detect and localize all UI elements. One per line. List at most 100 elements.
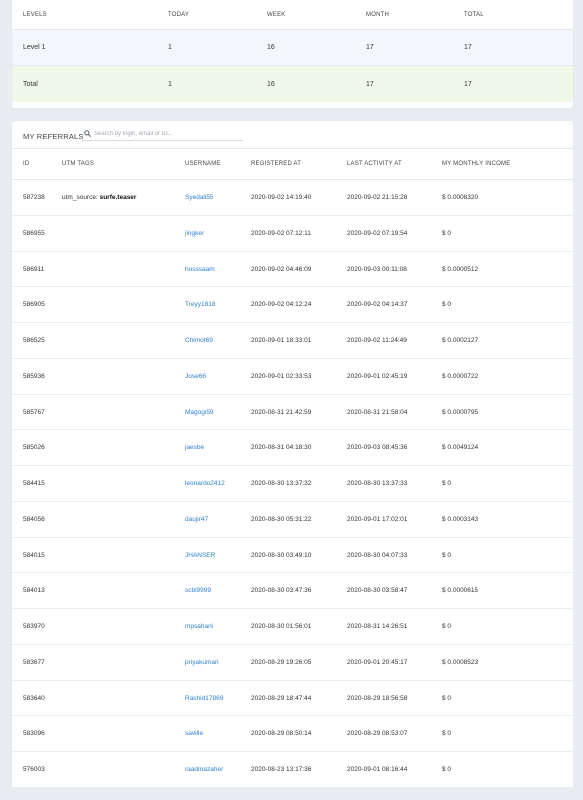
referral-registered-at: 2020-09-02 07:12:11 [251, 229, 311, 237]
referral-username-link[interactable]: Rashid17869 [185, 695, 223, 702]
column-header-utm[interactable]: UTM TAGS [62, 161, 94, 167]
table-row: 583677 priyakumari 2020-08-29 19:26:05 2020… [12, 645, 573, 681]
referral-username-link[interactable]: jaesbe [185, 444, 204, 451]
referral-username-link[interactable]: leonardo2412 [185, 480, 225, 487]
referral-monthly-income: $ 0 [442, 623, 452, 630]
referral-last-activity: 2020-09-02 21:15:28 [347, 194, 408, 201]
referral-last-activity: 2020-08-30 03:58:47 [347, 587, 408, 595]
referral-id: 584013 [23, 587, 45, 595]
referral-registered-at: 2020-08-30 13:37:32 [251, 480, 312, 487]
referral-monthly-income: $ 0 [442, 301, 452, 309]
table-row: 585026 jaesbe 2020-08-31 04:18:30 2020-09-0… [12, 430, 573, 466]
total-today: 1 [168, 80, 172, 88]
table-row: 586955 jingker 2020-09-02 07:12:11 2020-09-… [12, 216, 573, 252]
referral-monthly-income: $ 0 [442, 229, 452, 237]
referral-id: 576003 [23, 766, 45, 773]
referral-registered-at: 2020-09-02 04:46:09 [251, 265, 312, 273]
referral-registered-at: 2020-08-30 05:31:22 [251, 515, 312, 523]
column-header-username[interactable]: USERNAME [185, 161, 221, 167]
referral-username-link[interactable]: Syedali55 [185, 194, 214, 201]
level-name: Level 1 [23, 44, 46, 51]
referral-registered-at: 2020-09-01 02:33:53 [251, 372, 312, 380]
referral-registered-at: 2020-09-02 14:19:40 [251, 194, 312, 201]
referrals-title: MY REFERRALS [23, 132, 84, 141]
table-row: 586905 Treyy1818 2020-09-02 04:12:24 2020-0… [12, 287, 573, 323]
table-row: 583640 Rashid17869 2020-08-29 18:47:44 2020… [12, 681, 573, 717]
referral-id: 586955 [23, 229, 45, 237]
referral-username-link[interactable]: saville [185, 730, 203, 737]
referral-last-activity: 2020-08-29 08:53:07 [347, 730, 408, 738]
referral-username-link[interactable]: scbi9999 [185, 587, 211, 594]
level-week: 16 [267, 44, 275, 51]
search-input[interactable] [94, 128, 241, 140]
column-header-income[interactable]: MY MONTHLY INCOME [442, 161, 510, 167]
table-row: 584415 leonardo2412 2020-08-30 13:37:32 202… [12, 466, 573, 502]
referral-id: 586525 [23, 337, 45, 344]
referral-username-link[interactable]: Magogi59 [185, 409, 214, 416]
level-today: 1 [168, 44, 172, 51]
level-month: 17 [366, 44, 374, 51]
levels-header-level: LEVELS [23, 11, 47, 18]
referral-id: 585936 [23, 372, 45, 380]
referral-username-link[interactable]: priyakumari [185, 659, 219, 666]
referral-registered-at: 2020-09-02 04:12:24 [251, 301, 312, 309]
referral-monthly-income: $ 0.0000795 [442, 408, 479, 416]
referral-username-link[interactable]: JHANSER [185, 552, 215, 559]
total-total: 17 [464, 80, 472, 88]
referral-id: 584015 [23, 551, 45, 559]
levels-total-row: Total 1 16 17 17 [12, 66, 573, 102]
referral-last-activity: 2020-08-31 21:58:04 [347, 408, 408, 416]
referral-id: 583096 [23, 730, 45, 738]
referral-monthly-income: $ 0.0002127 [442, 337, 479, 344]
referral-id: 584056 [23, 515, 45, 523]
table-row: 583970 mpsahani 2020-08-30 01:56:01 2020-08… [12, 609, 573, 645]
referral-registered-at: 2020-08-31 04:18:30 [251, 444, 312, 452]
referral-username-link[interactable]: daujir47 [185, 516, 208, 523]
table-row: 585936 Jose66 2020-09-01 02:33:53 2020-09-0… [12, 359, 573, 395]
referral-last-activity: 2020-08-30 13:37:33 [347, 480, 408, 487]
levels-row-level-1: Level 1 1 16 17 17 [12, 30, 573, 66]
referral-monthly-income: $ 0.0008320 [442, 194, 479, 201]
referral-username-link[interactable]: mpsahani [185, 623, 213, 630]
column-header-id[interactable]: ID [23, 161, 29, 167]
referral-registered-at: 2020-08-30 01:56:01 [251, 623, 312, 630]
referral-username-link[interactable]: raadmazaher [185, 766, 223, 773]
total-label: Total [23, 80, 38, 88]
referral-utm-tags: utm_source: surfe.teaser [62, 194, 136, 201]
levels-header-total: TOTAL [464, 11, 484, 18]
referral-id: 583970 [23, 623, 45, 630]
referrals-table-header: ID UTM TAGS USERNAME REGISTERED AT LAST … [12, 149, 573, 180]
referral-username-link[interactable]: Chimot69 [185, 337, 213, 344]
referral-registered-at: 2020-08-29 08:50:14 [251, 730, 312, 738]
referral-username-link[interactable]: jingker [185, 230, 204, 237]
referral-monthly-income: $ 0 [442, 766, 452, 773]
referral-last-activity: 2020-09-02 07:19:54 [347, 229, 408, 237]
referral-id: 586905 [23, 301, 45, 309]
table-row: 587238 Syedali55 2020-09-02 14:19:40 2020-0… [12, 180, 573, 216]
referral-monthly-income: $ 0.0000615 [442, 587, 479, 595]
referral-id: 583677 [23, 658, 45, 666]
referral-last-activity: 2020-09-01 02:45:19 [347, 372, 408, 380]
table-row: 584056 daujir47 2020-08-30 05:31:22 2020-09… [12, 502, 573, 538]
table-row: 586911 hosssaam 2020-09-02 04:46:09 2020-09… [12, 252, 573, 288]
referral-username-link[interactable]: Jose66 [185, 373, 206, 380]
referral-username-link[interactable]: Treyy1818 [185, 301, 215, 308]
total-week: 16 [267, 80, 275, 88]
utm-value: surfe.teaser [99, 194, 137, 201]
column-header-registered[interactable]: REGISTERED AT [251, 161, 301, 167]
levels-header-month: MONTH [366, 11, 389, 18]
referrals-card: MY REFERRALS ID UTM TAGS USERNAME REGIST… [12, 121, 573, 788]
table-row: 576003 raadmazaher 2020-08-23 13:17:36 2020… [12, 752, 573, 788]
referral-username-link[interactable]: hosssaam [185, 266, 215, 273]
referral-last-activity: 2020-09-01 08:16:44 [347, 766, 408, 773]
column-header-activity[interactable]: LAST ACTIVITY AT [347, 161, 402, 167]
search-box[interactable] [82, 127, 243, 141]
referral-monthly-income: $ 0 [442, 694, 452, 702]
referral-monthly-income: $ 0 [442, 730, 452, 738]
utm-key: utm_source: [62, 194, 98, 201]
referral-id: 584415 [23, 480, 45, 487]
search-icon [84, 130, 91, 137]
levels-header-today: TODAY [168, 11, 190, 18]
table-row: 586525 Chimot69 2020-09-01 18:33:01 2020-09… [12, 323, 573, 359]
referral-last-activity: 2020-08-30 04:07:33 [347, 551, 408, 559]
